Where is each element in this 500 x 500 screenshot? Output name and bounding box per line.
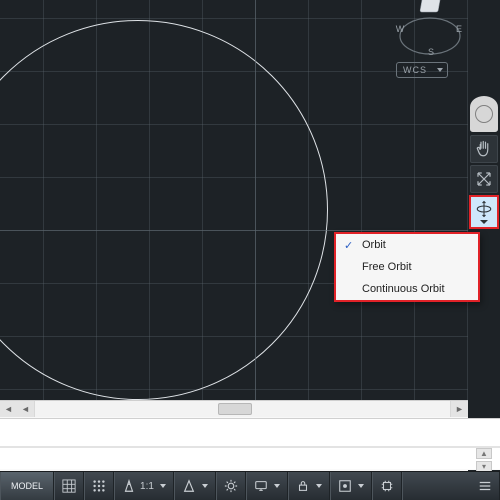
orbit-flyout-menu: Orbit Free Orbit Continuous Orbit [334, 232, 480, 302]
scroll-thumb[interactable] [218, 403, 252, 415]
chip-icon [380, 479, 394, 493]
compass-w-label: W [396, 24, 405, 34]
menu-item-label: Continuous Orbit [362, 283, 445, 295]
orbit-icon [475, 200, 493, 218]
wcs-dropdown[interactable]: WCS [396, 62, 448, 78]
gear-icon [224, 479, 238, 493]
zoom-extents-button[interactable] [470, 165, 498, 193]
command-toolbar: ▲ ▾ [468, 418, 500, 470]
steering-wheel-icon [475, 105, 493, 123]
orbit-flyout-button[interactable] [469, 195, 499, 229]
lock-icon [296, 479, 310, 493]
model-tab[interactable]: MODEL [0, 472, 54, 500]
chevron-down-icon [160, 484, 166, 488]
chevron-down-icon [316, 484, 322, 488]
grid-icon [62, 479, 76, 493]
scroll-track[interactable] [34, 401, 451, 417]
status-annotation-scale[interactable]: 1:1 [114, 472, 174, 500]
horizontal-scrollbar[interactable]: ◄ ◄ ► [0, 400, 468, 417]
chevron-down-icon [437, 68, 443, 72]
menu-item-continuous-orbit[interactable]: Continuous Orbit [336, 278, 478, 300]
status-hardware-button[interactable] [372, 472, 402, 500]
snap-icon [92, 479, 106, 493]
chevron-down-icon [480, 220, 488, 224]
scale-label: 1:1 [140, 481, 154, 492]
pan-button[interactable] [470, 135, 498, 163]
menu-item-label: Free Orbit [362, 261, 412, 273]
status-lock-button[interactable] [288, 472, 330, 500]
menu-item-free-orbit[interactable]: Free Orbit [336, 256, 478, 278]
status-grid-button[interactable] [54, 472, 84, 500]
model-tab-label: MODEL [11, 481, 43, 491]
chevron-down-icon [358, 484, 364, 488]
monitor-icon [254, 479, 268, 493]
status-gear-button[interactable] [216, 472, 246, 500]
pan-icon [475, 140, 493, 158]
zoom-extents-icon [475, 170, 493, 188]
status-bar: MODEL 1:1 [0, 471, 500, 500]
scroll-left-button-2[interactable]: ◄ [17, 401, 34, 417]
drawing-circle [0, 20, 328, 400]
compass-e-label: E [456, 24, 462, 34]
annotation-icon [122, 479, 136, 493]
wcs-label: WCS [403, 63, 427, 77]
status-workspace-button[interactable] [246, 472, 288, 500]
annotation-scale-icon [182, 479, 196, 493]
drawing-viewport[interactable]: S E W WCS [0, 0, 468, 400]
scroll-left-button[interactable]: ◄ [0, 401, 17, 417]
chevron-down-icon [202, 484, 208, 488]
status-customize-button[interactable] [402, 472, 500, 500]
viewcube-compass[interactable]: S E W [394, 0, 462, 56]
menu-item-orbit[interactable]: Orbit [336, 234, 478, 256]
menu-item-label: Orbit [362, 239, 386, 251]
scroll-right-button[interactable]: ► [451, 401, 468, 417]
compass-s-label: S [428, 47, 434, 56]
isolate-icon [338, 479, 352, 493]
cmd-up-button[interactable]: ▲ [476, 448, 492, 459]
chevron-down-icon [274, 484, 280, 488]
menu-lines-icon [478, 479, 492, 493]
status-snap-button[interactable] [84, 472, 114, 500]
steering-wheel-button[interactable] [470, 96, 498, 132]
status-annotation-visibility[interactable] [174, 472, 216, 500]
command-input[interactable] [0, 447, 500, 469]
command-history[interactable] [0, 419, 500, 447]
status-isolate-button[interactable] [330, 472, 372, 500]
command-area [0, 418, 500, 470]
